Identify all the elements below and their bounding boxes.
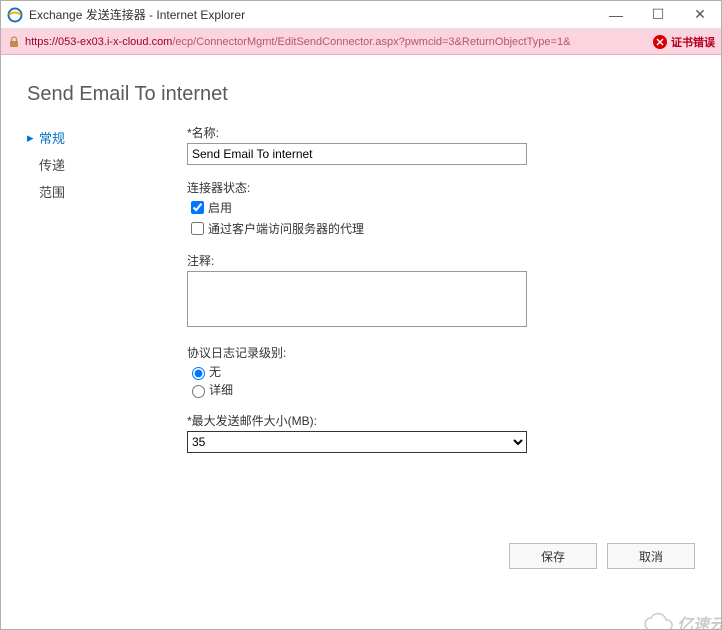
nav-item-delivery[interactable]: 传递 bbox=[27, 151, 187, 178]
comment-label: 注释: bbox=[187, 252, 685, 269]
ie-icon bbox=[7, 7, 23, 23]
cert-error-text: 证书错误 bbox=[671, 34, 715, 50]
lock-icon bbox=[7, 35, 21, 49]
minimize-button[interactable]: — bbox=[595, 1, 637, 28]
loglevel-label: 协议日志记录级别: bbox=[187, 344, 685, 361]
name-label: *名称: bbox=[187, 124, 685, 141]
url-path: /ecp/ConnectorMgmt/EditSendConnector.asp… bbox=[172, 36, 647, 48]
url-host: https://053-ex03.i-x-cloud.com bbox=[25, 36, 172, 48]
button-bar: 保存 取消 bbox=[509, 543, 695, 569]
window: Exchange 发送连接器 - Internet Explorer — ☐ ✕… bbox=[0, 0, 722, 630]
save-button[interactable]: 保存 bbox=[509, 543, 597, 569]
loglevel-none-radio[interactable] bbox=[192, 367, 205, 380]
name-input[interactable] bbox=[187, 143, 527, 165]
proxy-checkbox[interactable] bbox=[191, 222, 204, 235]
status-label: 连接器状态: bbox=[187, 179, 685, 196]
maxsize-label: *最大发送邮件大小(MB): bbox=[187, 412, 685, 429]
nav-item-general[interactable]: ▸ 常规 bbox=[27, 124, 187, 151]
form: *名称: 连接器状态: 启用 通过客户端访问服务器的代理 注释: bbox=[187, 124, 695, 467]
window-title: Exchange 发送连接器 - Internet Explorer bbox=[29, 6, 595, 23]
proxy-label: 通过客户端访问服务器的代理 bbox=[208, 220, 364, 237]
window-controls: — ☐ ✕ bbox=[595, 1, 721, 28]
side-nav: ▸ 常规 传递 范围 bbox=[27, 124, 187, 467]
nav-item-scope[interactable]: 范围 bbox=[27, 178, 187, 205]
cert-error[interactable]: 证书错误 bbox=[653, 34, 715, 50]
chevron-right-icon: ▸ bbox=[27, 130, 37, 146]
loglevel-detail-label: 详细 bbox=[209, 381, 233, 398]
watermark: 亿速云 bbox=[641, 611, 722, 630]
loglevel-none-label: 无 bbox=[209, 363, 221, 380]
content: Send Email To internet ▸ 常规 传递 范围 * bbox=[1, 55, 721, 629]
enable-checkbox[interactable] bbox=[191, 201, 204, 214]
cloud-icon bbox=[641, 612, 675, 630]
comment-textarea[interactable] bbox=[187, 271, 527, 327]
address-bar[interactable]: https://053-ex03.i-x-cloud.com /ecp/Conn… bbox=[1, 29, 721, 55]
maximize-button[interactable]: ☐ bbox=[637, 1, 679, 28]
nav-label: 范围 bbox=[39, 182, 65, 201]
titlebar: Exchange 发送连接器 - Internet Explorer — ☐ ✕ bbox=[1, 1, 721, 29]
page-title: Send Email To internet bbox=[27, 83, 695, 106]
maxsize-select[interactable]: 35 bbox=[187, 431, 527, 453]
cancel-button[interactable]: 取消 bbox=[607, 543, 695, 569]
watermark-text: 亿速云 bbox=[677, 611, 722, 630]
loglevel-detail-radio[interactable] bbox=[192, 385, 205, 398]
close-button[interactable]: ✕ bbox=[679, 1, 721, 28]
cert-error-icon bbox=[653, 35, 667, 49]
nav-label: 常规 bbox=[39, 128, 65, 147]
enable-label: 启用 bbox=[208, 199, 232, 216]
layout: ▸ 常规 传递 范围 *名称: 连接器状态: bbox=[27, 124, 695, 467]
nav-label: 传递 bbox=[39, 155, 65, 174]
